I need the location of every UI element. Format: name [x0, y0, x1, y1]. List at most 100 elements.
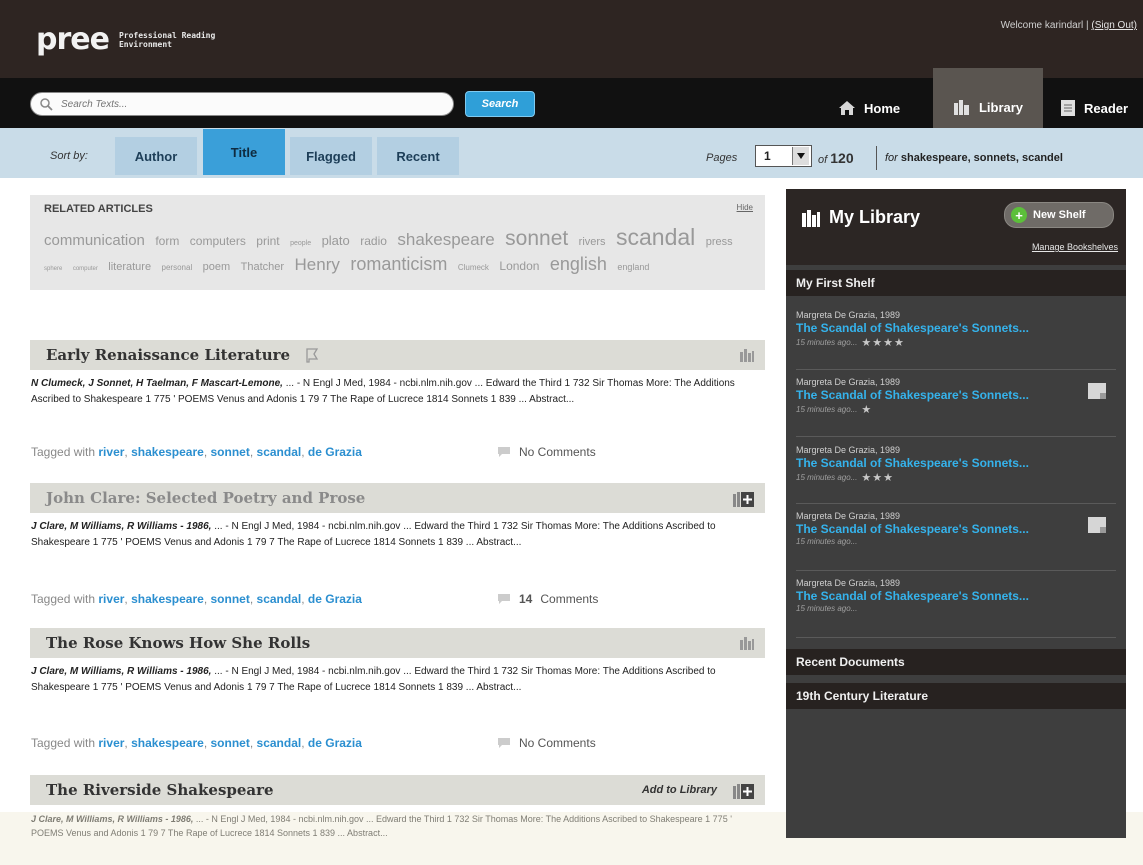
divider: [796, 637, 1116, 638]
sort-tab-author[interactable]: Author: [115, 137, 197, 175]
article-title[interactable]: The Riverside Shakespeare: [46, 781, 274, 799]
book-meta: 15 minutes ago...: [796, 604, 1116, 613]
flag-icon[interactable]: [304, 347, 320, 363]
tag-link[interactable]: sonnet: [211, 445, 250, 459]
rating-stars[interactable]: ★★★★: [861, 336, 904, 349]
nav-tab-reader[interactable]: Reader: [1060, 88, 1128, 128]
related-tag[interactable]: communication: [44, 232, 145, 249]
book-time: 15 minutes ago...: [796, 405, 858, 414]
tag-link[interactable]: sonnet: [211, 736, 250, 750]
related-tag[interactable]: sonnet: [505, 227, 568, 250]
logo-tagline: Professional Reading Environment: [119, 31, 215, 49]
search-input[interactable]: [59, 97, 443, 111]
shelf-book[interactable]: Margreta De Grazia, 1989 The Scandal of …: [796, 578, 1116, 640]
related-tag[interactable]: form: [155, 234, 179, 248]
shelf-book[interactable]: Margreta De Grazia, 1989 The Scandal of …: [796, 445, 1116, 507]
article-header: The Rose Knows How She Rolls: [30, 628, 765, 658]
tag-link[interactable]: scandal: [257, 592, 302, 606]
library-icon[interactable]: [739, 635, 755, 651]
related-tag[interactable]: scandal: [616, 224, 695, 250]
nav-tab-library[interactable]: Library: [933, 68, 1043, 128]
related-tag[interactable]: english: [550, 254, 607, 274]
tag-link[interactable]: de Grazia: [308, 736, 362, 750]
add-to-library-icon[interactable]: [733, 490, 755, 508]
sort-tab-recent[interactable]: Recent: [377, 137, 459, 175]
book-title[interactable]: The Scandal of Shakespeare's Sonnets...: [796, 321, 1116, 335]
plus-icon: +: [1011, 207, 1027, 223]
search-field[interactable]: [30, 92, 454, 116]
article-title[interactable]: Early Renaissance Literature: [46, 346, 290, 364]
note-icon[interactable]: [1088, 517, 1106, 533]
related-tag[interactable]: press: [706, 236, 733, 248]
recent-documents-header[interactable]: Recent Documents: [786, 649, 1126, 675]
related-tag[interactable]: London: [499, 259, 539, 273]
related-tag[interactable]: computers: [190, 234, 246, 248]
shelf-book[interactable]: Margreta De Grazia, 1989 The Scandal of …: [796, 511, 1116, 573]
tag-link[interactable]: de Grazia: [308, 592, 362, 606]
hide-related-link[interactable]: Hide: [737, 203, 753, 212]
sort-tab-flagged[interactable]: Flagged: [290, 137, 372, 175]
related-tag[interactable]: shakespeare: [397, 230, 494, 249]
comments-link[interactable]: No Comments: [497, 736, 596, 750]
manage-bookshelves-link[interactable]: Manage Bookshelves: [1032, 242, 1118, 252]
related-tag[interactable]: literature: [108, 261, 151, 273]
related-tag[interactable]: plato: [322, 233, 350, 248]
tag-link[interactable]: scandal: [257, 445, 302, 459]
chevron-down-icon[interactable]: [792, 147, 809, 165]
my-library-sidebar: My Library + New Shelf Manage Bookshelve…: [786, 189, 1126, 838]
book-title[interactable]: The Scandal of Shakespeare's Sonnets...: [796, 522, 1116, 536]
tag-link[interactable]: shakespeare: [131, 736, 204, 750]
page-select-value: 1: [764, 149, 771, 163]
article-title[interactable]: John Clare: Selected Poetry and Prose: [46, 489, 365, 507]
century-literature-header[interactable]: 19th Century Literature: [786, 683, 1126, 709]
add-to-library-link[interactable]: Add to Library: [642, 784, 717, 796]
article-title[interactable]: The Rose Knows How She Rolls: [46, 634, 310, 652]
tag-link[interactable]: river: [98, 592, 124, 606]
sort-tab-title[interactable]: Title: [203, 129, 285, 175]
related-tag[interactable]: people: [290, 240, 311, 247]
nav-tab-home[interactable]: Home: [838, 88, 900, 128]
rating-stars[interactable]: ★: [861, 403, 872, 416]
tag-link[interactable]: shakespeare: [131, 445, 204, 459]
sign-out-link[interactable]: (Sign Out): [1091, 20, 1137, 31]
comments-link[interactable]: No Comments: [497, 445, 596, 459]
nav-tab-library-label: Library: [978, 99, 1024, 115]
library-icon[interactable]: [739, 347, 755, 363]
related-tag[interactable]: Henry: [295, 255, 340, 274]
related-tag[interactable]: poem: [203, 261, 231, 273]
related-tag[interactable]: personal: [162, 263, 193, 272]
article-authors: N Clumeck, J Sonnet, H Taelman, F Mascar…: [31, 378, 283, 389]
tag-link[interactable]: scandal: [257, 736, 302, 750]
book-title[interactable]: The Scandal of Shakespeare's Sonnets...: [796, 456, 1116, 470]
new-shelf-button[interactable]: + New Shelf: [1004, 202, 1114, 228]
related-tag[interactable]: computer: [73, 266, 98, 272]
page-select[interactable]: 1: [755, 145, 812, 167]
rating-stars[interactable]: ★★★: [861, 471, 894, 484]
search-button[interactable]: Search: [465, 91, 535, 117]
comments-link[interactable]: 14 Comments: [497, 592, 598, 606]
related-tag[interactable]: england: [617, 262, 649, 272]
search-icon: [40, 98, 53, 111]
add-to-library-icon[interactable]: [733, 782, 755, 800]
tag-link[interactable]: sonnet: [211, 592, 250, 606]
tag-link[interactable]: de Grazia: [308, 445, 362, 459]
related-tag[interactable]: radio: [360, 234, 387, 248]
note-icon[interactable]: [1088, 383, 1106, 399]
tag-link[interactable]: river: [98, 736, 124, 750]
related-tag[interactable]: rivers: [579, 236, 606, 248]
shelf-header[interactable]: My First Shelf: [786, 270, 1126, 296]
related-tag[interactable]: romanticism: [350, 254, 447, 274]
book-title[interactable]: The Scandal of Shakespeare's Sonnets...: [796, 388, 1116, 402]
book-author: Margreta De Grazia, 1989: [796, 310, 901, 320]
book-title[interactable]: The Scandal of Shakespeare's Sonnets...: [796, 589, 1116, 603]
shelf-book[interactable]: Margreta De Grazia, 1989 The Scandal of …: [796, 310, 1116, 372]
logo[interactable]: pree Professional Reading Environment: [36, 22, 215, 57]
related-tag[interactable]: sphere: [44, 266, 62, 272]
tag-link[interactable]: shakespeare: [131, 592, 204, 606]
related-tag[interactable]: Thatcher: [241, 261, 284, 273]
logo-tagline-line2: Environment: [118, 39, 172, 49]
shelf-book[interactable]: Margreta De Grazia, 1989 The Scandal of …: [796, 377, 1116, 439]
related-tag[interactable]: print: [256, 234, 279, 248]
tag-link[interactable]: river: [98, 445, 124, 459]
related-tag[interactable]: Clumeck: [458, 263, 489, 272]
